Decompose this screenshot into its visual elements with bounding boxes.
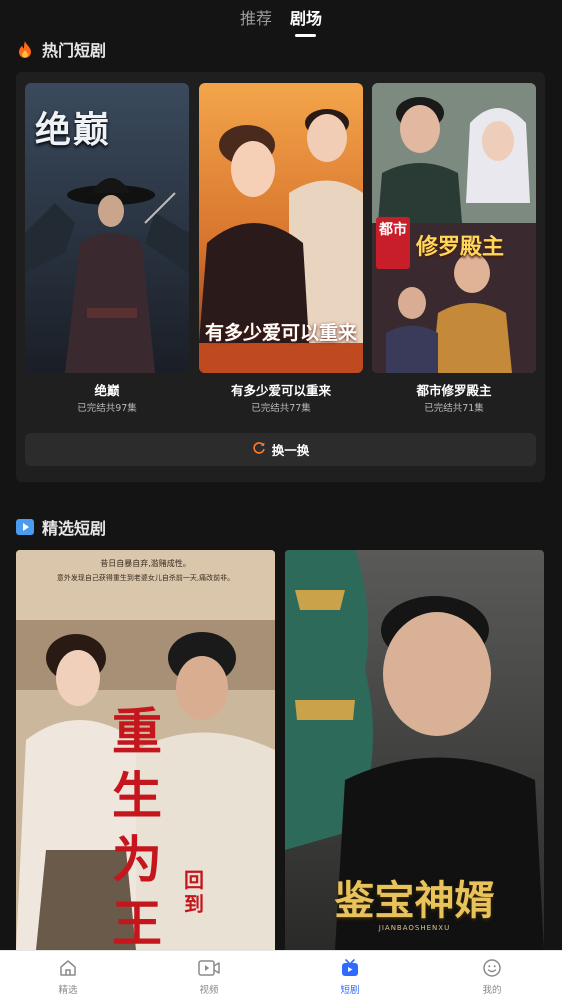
drama-status: 已完结共77集 (251, 403, 311, 414)
nav-label: 视频 (199, 985, 219, 996)
refresh-label: 换一换 (271, 443, 310, 458)
hot-section-title: 热门短剧 (42, 41, 107, 60)
drama-card[interactable]: 都市 修罗殿主 都市修罗殿主 已完结共71集 (372, 83, 536, 415)
drama-title[interactable]: 有多少爱可以重来 (199, 383, 363, 399)
active-tab-indicator (295, 34, 316, 37)
featured-section-header: 精选短剧 (16, 516, 106, 538)
drama-poster[interactable]: 绝巅 (25, 83, 189, 373)
refresh-button[interactable]: 换一换 (25, 433, 536, 466)
poster-title-art: 重生为王 (112, 702, 162, 950)
poster-tagline: 意外发现自己获得重生到老婆女儿自杀前一天,痛改前非。 (56, 574, 235, 582)
nav-item-short-drama[interactable]: 短剧 (310, 957, 390, 996)
tab-recommend[interactable]: 推荐 (240, 8, 272, 30)
play-icon (16, 518, 34, 536)
nav-item-profile[interactable]: 我的 (452, 957, 532, 996)
poster-title-art: 绝巅 (35, 109, 112, 151)
refresh-icon (252, 440, 266, 459)
hot-section-header: 热门短剧 (16, 38, 106, 60)
nav-label: 我的 (482, 985, 502, 996)
drama-card[interactable]: 绝巅 绝巅 已完结共97集 (25, 83, 189, 415)
poster-subtitle-art: 回到 (184, 868, 204, 916)
home-icon (28, 957, 108, 979)
video-icon (169, 957, 249, 979)
poster-title-art: 有多少爱可以重来 (204, 322, 357, 344)
drama-title[interactable]: 绝巅 (25, 383, 189, 399)
fire-icon (16, 40, 34, 58)
featured-drama-card[interactable]: 鉴宝神婿 JIANBAOSHENXU (285, 550, 544, 950)
tab-theater[interactable]: 剧场 (290, 8, 322, 30)
drama-poster[interactable]: 都市 修罗殿主 (372, 83, 536, 373)
drama-card[interactable]: 有多少爱可以重来 有多少爱可以重来 已完结共77集 (199, 83, 363, 415)
top-tab-bar: 推荐 剧场 (0, 0, 562, 40)
drama-status: 已完结共71集 (424, 403, 484, 414)
poster-subtitle-art: JIANBAOSHENXU (378, 924, 451, 932)
poster-title-art: 鉴宝神婿 (334, 877, 495, 924)
poster-title-art: 修罗殿主 (416, 234, 505, 260)
drama-title[interactable]: 都市修罗殿主 (372, 383, 536, 399)
poster-tagline: 昔日自暴自弃,滥赌成性。 (100, 559, 191, 568)
tv-icon (310, 957, 390, 979)
nav-item-video[interactable]: 视频 (169, 957, 249, 996)
nav-item-featured[interactable]: 精选 (28, 957, 108, 996)
featured-drama-card[interactable]: 昔日自暴自弃,滥赌成性。 意外发现自己获得重生到老婆女儿自杀前一天,痛改前非。 … (16, 550, 275, 950)
hot-dramas-panel: 绝巅 绝巅 已完结共97集 有多少爱可以重来 有多少爱可以重来 已完结共77集 … (16, 72, 545, 482)
smile-icon (452, 957, 532, 979)
nav-label: 精选 (58, 985, 78, 996)
drama-poster[interactable]: 有多少爱可以重来 (199, 83, 363, 373)
drama-status: 已完结共97集 (77, 403, 137, 414)
bottom-nav-bar: 精选 视频 短剧 我的 (0, 950, 562, 1001)
nav-label: 短剧 (340, 985, 360, 996)
poster-badge-text: 都市 (379, 222, 407, 238)
featured-section-title: 精选短剧 (42, 519, 107, 538)
